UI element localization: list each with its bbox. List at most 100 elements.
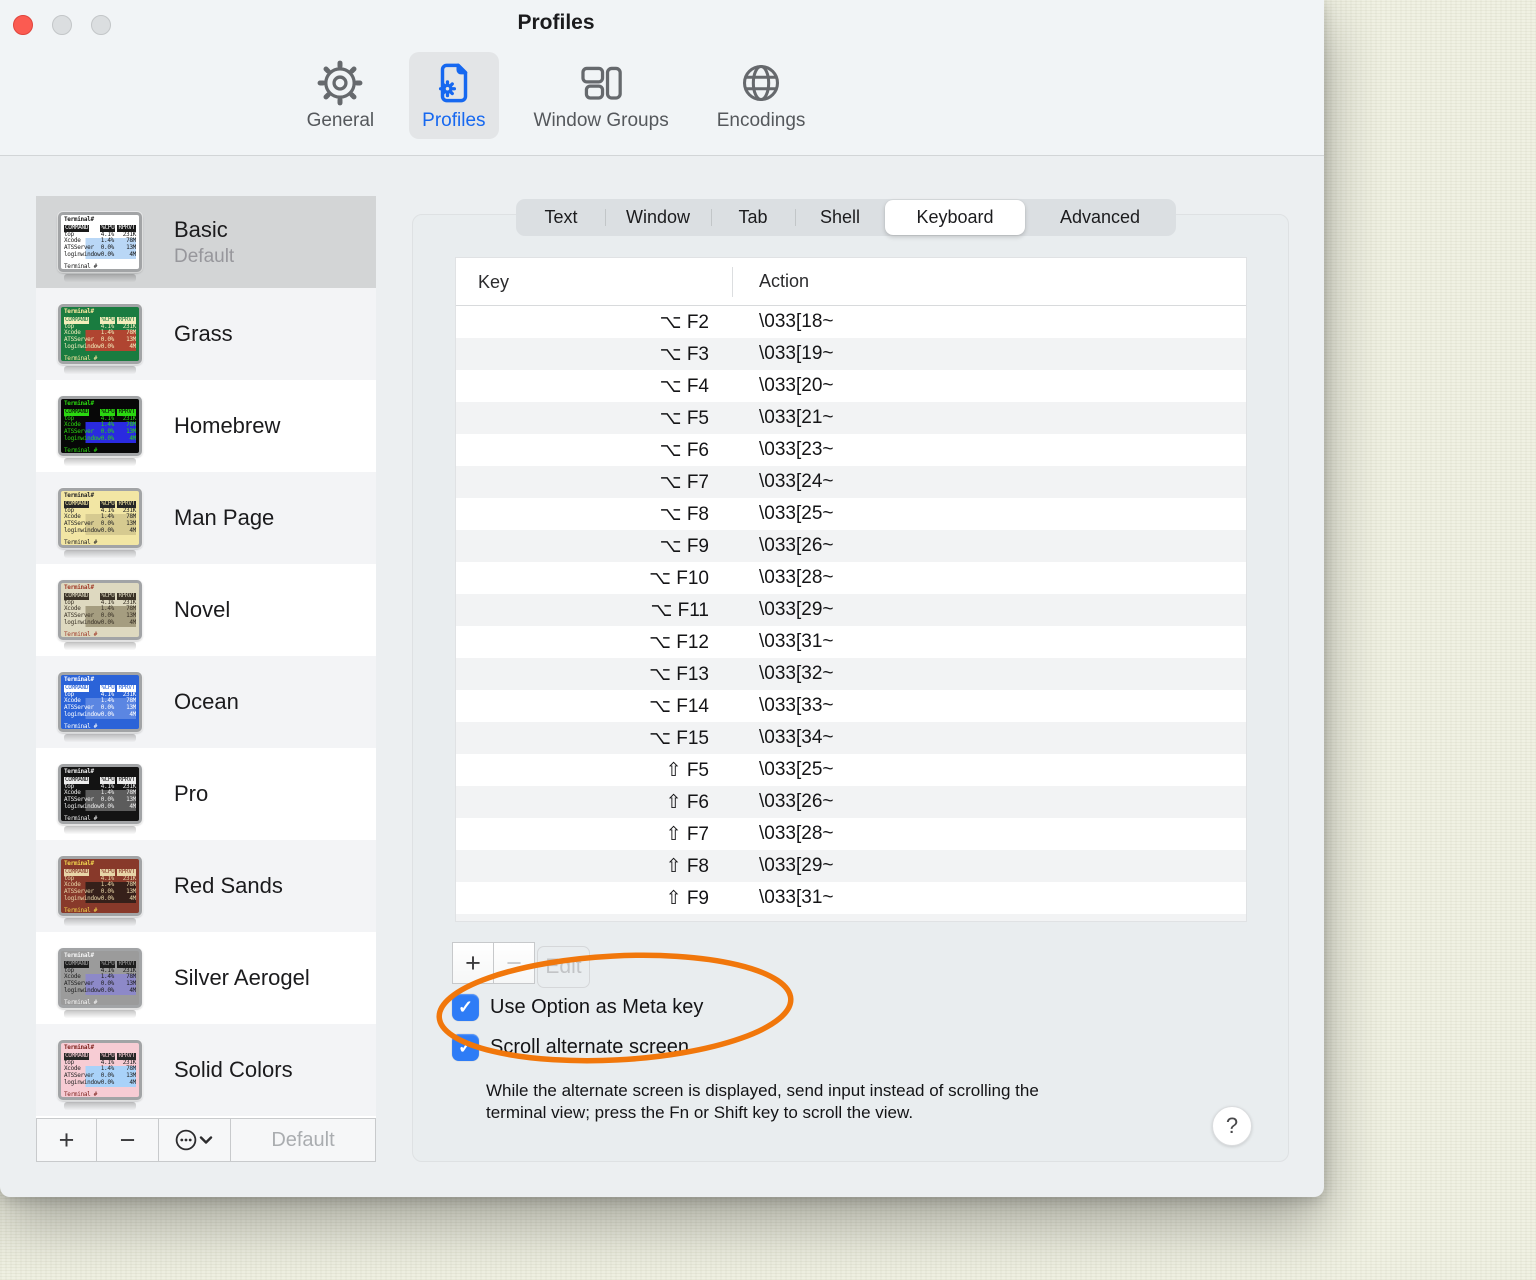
key-binding-row[interactable]: ⇧ F6 \033[26~: [456, 786, 1246, 818]
action-cell: \033[29~: [759, 599, 834, 620]
profile-list-item[interactable]: Terminal# COMMAND %CPU RPRVT top 4.1% 231K Xc…: [36, 932, 376, 1024]
profile-name: Basic: [174, 216, 228, 242]
profile-list-item[interactable]: Terminal# COMMAND %CPU RPRVT top 4.1% 231K Xc…: [36, 748, 376, 840]
window-title: Profiles: [517, 11, 595, 34]
remove-profile-button[interactable]: −: [97, 1119, 159, 1161]
key-cell: ⌥ F5: [659, 407, 709, 429]
action-cell: \033[25~: [759, 503, 834, 524]
action-cell: \033[34~: [759, 727, 834, 748]
key-binding-row[interactable]: ⌥ F2 \033[18~: [456, 306, 1246, 338]
action-cell: \033[28~: [759, 567, 834, 588]
key-binding-row[interactable]: ⌥ F6 \033[23~: [456, 434, 1246, 466]
toolbar: General Profiles Window Groups Encodings: [0, 52, 1112, 139]
profile-thumbnail: Terminal# COMMAND %CPU RPRVT top 4.1% 231K Xc…: [58, 488, 142, 558]
tab-text[interactable]: Text: [517, 200, 605, 235]
toolbar-item-general[interactable]: General: [294, 52, 388, 139]
action-cell: \033[25~: [759, 759, 834, 780]
profile-name: Ocean: [174, 689, 239, 714]
key-cell: ⌥ F13: [649, 663, 709, 685]
key-cell: ⌥ F9: [659, 535, 709, 557]
column-header-key[interactable]: Key: [456, 266, 733, 297]
tab-keyboard[interactable]: Keyboard: [885, 200, 1025, 235]
key-cell: ⌥ F6: [659, 439, 709, 461]
toolbar-label-encodings: Encodings: [716, 110, 806, 131]
profile-default-badge: Default: [174, 245, 235, 267]
profile-thumbnail: Terminal# COMMAND %CPU RPRVT top 4.1% 231K Xc…: [58, 396, 142, 466]
globe-icon: [743, 64, 780, 102]
key-binding-row[interactable]: ⌥ F3 \033[19~: [456, 338, 1246, 370]
profile-name: Novel: [174, 597, 231, 622]
action-cell: \033[20~: [759, 375, 834, 396]
profile-list-item[interactable]: Terminal# COMMAND %CPU RPRVT top 4.1% 231K Xc…: [36, 840, 376, 932]
key-binding-row[interactable]: ⌥ F13 \033[32~: [456, 658, 1246, 690]
key-cell: ⌥ F4: [659, 375, 709, 397]
key-binding-row[interactable]: ⌥ F15 \033[34~: [456, 722, 1246, 754]
key-binding-row[interactable]: ⌥ F4 \033[20~: [456, 370, 1246, 402]
scroll-alternate-screen-label: Scroll alternate screen: [490, 1036, 689, 1058]
profile-tabs: Text Window Tab Shell Keyboard Advanced: [516, 199, 1176, 236]
key-cell: ⌥ F3: [659, 343, 709, 365]
toolbar-item-profiles[interactable]: Profiles: [409, 52, 499, 139]
add-key-button[interactable]: +: [452, 942, 494, 984]
help-button[interactable]: ?: [1212, 1106, 1252, 1146]
default-button[interactable]: Default: [231, 1119, 375, 1161]
key-binding-row[interactable]: ⌥ F14 \033[33~: [456, 690, 1246, 722]
profile-list-item[interactable]: Terminal# COMMAND %CPU RPRVT top 4.1% 231K Xc…: [36, 656, 376, 748]
remove-key-button[interactable]: −: [493, 942, 535, 984]
tab-advanced[interactable]: Advanced: [1025, 200, 1175, 235]
table-partial-row: [456, 914, 1246, 921]
profile-list-item[interactable]: Terminal# COMMAND %CPU RPRVT top 4.1% 231K Xc…: [36, 564, 376, 656]
key-cell: ⌥ F10: [649, 567, 709, 589]
action-cell: \033[26~: [759, 791, 834, 812]
profile-list-item[interactable]: Terminal# COMMAND %CPU RPRVT top 4.1% 231K Xc…: [36, 196, 376, 288]
key-binding-row[interactable]: ⌥ F12 \033[31~: [456, 626, 1246, 658]
key-binding-row[interactable]: ⇧ F5 \033[25~: [456, 754, 1246, 786]
tab-window[interactable]: Window: [605, 200, 711, 235]
tab-shell[interactable]: Shell: [795, 200, 885, 235]
profile-list-item[interactable]: Terminal# COMMAND %CPU RPRVT top 4.1% 231K Xc…: [36, 1024, 376, 1116]
key-binding-row[interactable]: ⇧ F7 \033[28~: [456, 818, 1246, 850]
profiles-list[interactable]: Terminal# COMMAND %CPU RPRVT top 4.1% 231K Xc…: [36, 196, 376, 1118]
add-profile-button[interactable]: +: [37, 1119, 97, 1161]
profile-name: Solid Colors: [174, 1057, 293, 1082]
tab-tab[interactable]: Tab: [711, 200, 795, 235]
key-binding-row[interactable]: ⌥ F8 \033[25~: [456, 498, 1246, 530]
key-cell: ⌥ F11: [650, 599, 709, 621]
key-binding-row[interactable]: ⌥ F7 \033[24~: [456, 466, 1246, 498]
key-binding-row[interactable]: ⌥ F11 \033[29~: [456, 594, 1246, 626]
window-groups-icon: [581, 66, 622, 100]
use-option-as-meta-key-label: Use Option as Meta key: [490, 996, 704, 1018]
profile-list-item[interactable]: Terminal# COMMAND %CPU RPRVT top 4.1% 231K Xc…: [36, 380, 376, 472]
desktop-wallpaper: Profiles General Profiles Window Groups …: [0, 0, 1536, 1280]
key-binding-row[interactable]: ⌥ F10 \033[28~: [456, 562, 1246, 594]
profiles-list-footer: + − Default: [36, 1118, 376, 1162]
scroll-alternate-screen-checkbox[interactable]: ✓: [452, 1034, 479, 1061]
scroll-alternate-screen-row: ✓ Scroll alternate screen: [452, 1034, 689, 1061]
toolbar-item-window-groups[interactable]: Window Groups: [521, 52, 682, 139]
key-cell: ⇧ F9: [665, 887, 709, 909]
key-cell: ⌥ F8: [659, 503, 709, 525]
toolbar-item-encodings[interactable]: Encodings: [704, 52, 819, 139]
use-option-as-meta-key-checkbox[interactable]: ✓: [452, 994, 479, 1021]
toolbar-label-window-groups: Window Groups: [533, 110, 669, 131]
action-cell: \033[21~: [759, 407, 834, 428]
action-cell: \033[26~: [759, 535, 834, 556]
profile-thumbnail: Terminal# COMMAND %CPU RPRVT top 4.1% 231K Xc…: [58, 672, 142, 742]
key-cell: ⌥ F15: [649, 727, 709, 749]
key-binding-row[interactable]: ⇧ F9 \033[31~: [456, 882, 1246, 914]
profile-name: Grass: [174, 321, 233, 346]
column-header-action[interactable]: Action: [733, 271, 1246, 292]
profile-list-item[interactable]: Terminal# COMMAND %CPU RPRVT top 4.1% 231K Xc…: [36, 472, 376, 564]
profile-thumbnail: Terminal# COMMAND %CPU RPRVT top 4.1% 231K Xc…: [58, 764, 142, 834]
key-binding-row[interactable]: ⌥ F9 \033[26~: [456, 530, 1246, 562]
profile-thumbnail: Terminal# COMMAND %CPU RPRVT top 4.1% 231K Xc…: [58, 212, 142, 282]
key-binding-row[interactable]: ⌥ F5 \033[21~: [456, 402, 1246, 434]
action-cell: \033[24~: [759, 471, 834, 492]
key-binding-row[interactable]: ⇧ F8 \033[29~: [456, 850, 1246, 882]
edit-key-button[interactable]: Edit: [537, 946, 590, 988]
profile-thumbnail: Terminal# COMMAND %CPU RPRVT top 4.1% 231K Xc…: [58, 948, 142, 1018]
key-bindings-table-body[interactable]: ⌥ F2 \033[18~ ⌥ F3 \033[19~ ⌥ F4 \033[20…: [456, 306, 1246, 914]
more-options-button[interactable]: [159, 1119, 231, 1161]
profile-list-item[interactable]: Terminal# COMMAND %CPU RPRVT top 4.1% 231K Xc…: [36, 288, 376, 380]
action-cell: \033[33~: [759, 695, 834, 716]
